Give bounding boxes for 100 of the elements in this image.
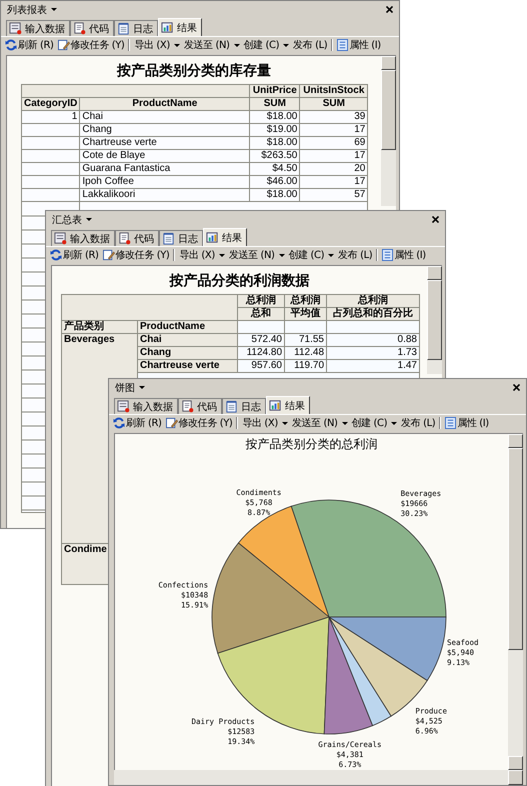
toolbar-button[interactable]: 创建 (C) [286, 248, 336, 262]
toolbar-button[interactable]: 发布 (L) [399, 416, 438, 430]
table-cell: 0.88 [398, 334, 417, 345]
document-icon [181, 400, 194, 413]
form-icon [54, 232, 67, 245]
table-cell: Cote de Blaye [82, 150, 146, 161]
table-cell: $19.00 [266, 124, 298, 135]
window-title: 汇总表 [52, 214, 82, 226]
toolbar-button[interactable]: 修改任务 (Y) [100, 248, 172, 262]
table-cell: Chartreuse verte [82, 137, 157, 148]
chart-icon [161, 21, 174, 34]
column-header: 总利润 [326, 294, 420, 308]
row-header: Beverages [64, 334, 115, 345]
chart-title: 按产品类别分类的总利润 [244, 436, 378, 450]
tab[interactable]: 输入数据 [114, 398, 178, 414]
tab[interactable]: 日志 [159, 230, 203, 246]
chart-icon [206, 231, 219, 244]
toolbar-button[interactable]: 属性 (I) [335, 38, 383, 52]
table-cell: Chang [82, 124, 112, 135]
toolbar-button[interactable]: 创建 (C) [350, 416, 400, 430]
toolbar-button[interactable]: 发布 (L) [336, 248, 374, 262]
tab[interactable]: 代码 [70, 20, 114, 36]
close-icon[interactable] [513, 384, 520, 391]
row-header: ProductName [138, 320, 238, 334]
table-cell: 1 [72, 111, 78, 122]
pencil-icon [166, 417, 178, 429]
tab[interactable]: 日志 [222, 398, 266, 414]
toolbar-button[interactable]: 修改任务 (Y) [164, 416, 234, 430]
caret-icon [283, 44, 290, 46]
caret-icon[interactable] [86, 218, 92, 221]
scrollbar[interactable] [508, 434, 523, 770]
row-header: Condime [64, 544, 107, 555]
column-header: 总和 [238, 308, 284, 320]
caret-icon[interactable] [139, 386, 145, 389]
toolbar-button[interactable]: 刷新 (R) [111, 416, 164, 430]
table-cell: $4.50 [272, 163, 298, 174]
tab[interactable]: 代码 [115, 230, 159, 246]
caret-icon[interactable] [51, 8, 57, 11]
table-cell: 112.48 [294, 347, 324, 358]
scrollbar[interactable] [381, 56, 396, 206]
notepad-icon [117, 22, 130, 35]
report-title: 按产品分类的利润数据 [168, 272, 310, 291]
tab[interactable]: 结果 [203, 228, 247, 246]
table-cell: $46.00 [266, 176, 298, 187]
table-cell: 20 [354, 163, 366, 174]
toolbar-button[interactable]: 导出 (X) [132, 38, 182, 52]
form-icon [117, 400, 130, 413]
caret-icon [234, 44, 240, 46]
tab[interactable]: 输入数据 [6, 20, 70, 36]
scrollbar[interactable] [427, 266, 442, 374]
table-cell: 57 [354, 189, 366, 200]
tab[interactable]: 结果 [158, 18, 202, 36]
tab[interactable]: 日志 [114, 20, 158, 36]
tab[interactable]: 结果 [266, 396, 310, 414]
column-header: CategoryID [22, 98, 80, 110]
toolbar-button[interactable]: 创建 (C) [242, 38, 292, 52]
table-cell: Ipoh Coffee [82, 176, 134, 187]
column-header: SUM [300, 98, 368, 110]
table-cell: Lakkalikoori [82, 189, 136, 200]
toolbar-button[interactable]: 导出 (X) [177, 248, 227, 262]
toolbar-button[interactable]: 刷新 (R) [48, 248, 101, 262]
table-cell: 119.70 [294, 360, 324, 371]
toolbar-button[interactable]: 发布 (L) [291, 38, 330, 52]
table-cell: 69 [354, 137, 366, 148]
notepad-icon [225, 400, 238, 413]
column-header: UnitPrice [250, 84, 300, 98]
table-cell: 1.47 [398, 360, 417, 371]
tab[interactable]: 代码 [178, 398, 222, 414]
toolbar-button[interactable]: 发送至 (N) [182, 38, 242, 52]
toolbar-button[interactable]: 刷新 (R) [3, 38, 56, 52]
report-title: 按产品类别分类的库存量 [116, 62, 272, 81]
caret-icon [328, 254, 334, 256]
table-cell: 39 [354, 111, 366, 122]
caret-icon [218, 254, 225, 256]
toolbar-button[interactable]: 属性 (I) [443, 416, 491, 430]
column-header: 平均值 [284, 308, 326, 320]
table-cell: Chai [82, 111, 103, 122]
toolbar-button[interactable]: 属性 (I) [380, 248, 428, 262]
close-icon[interactable] [432, 216, 439, 223]
table-cell: 1124.80 [246, 347, 282, 358]
caret-icon [282, 422, 288, 424]
scrollbar[interactable] [114, 770, 523, 785]
caret-icon [342, 422, 348, 424]
close-icon[interactable] [386, 6, 393, 13]
column-header: ProductName [80, 98, 250, 110]
tab[interactable]: 输入数据 [51, 230, 115, 246]
document-icon [73, 22, 86, 35]
notepad-icon [162, 232, 175, 245]
toolbar-button[interactable]: 发送至 (N) [290, 416, 350, 430]
table-cell: $18.00 [266, 189, 298, 200]
toolbar-button[interactable]: 修改任务 (Y) [56, 38, 126, 52]
caret-icon [174, 44, 180, 46]
column-header: 占列总和的百分比 [326, 308, 420, 320]
form-icon [9, 22, 22, 35]
column-header: 总利润 [238, 294, 284, 308]
refresh-icon [113, 417, 125, 429]
toolbar-button[interactable]: 导出 (X) [240, 416, 290, 430]
toolbar-button[interactable]: 发送至 (N) [226, 248, 287, 262]
refresh-icon [5, 39, 17, 51]
table-cell: 957.60 [251, 360, 282, 371]
